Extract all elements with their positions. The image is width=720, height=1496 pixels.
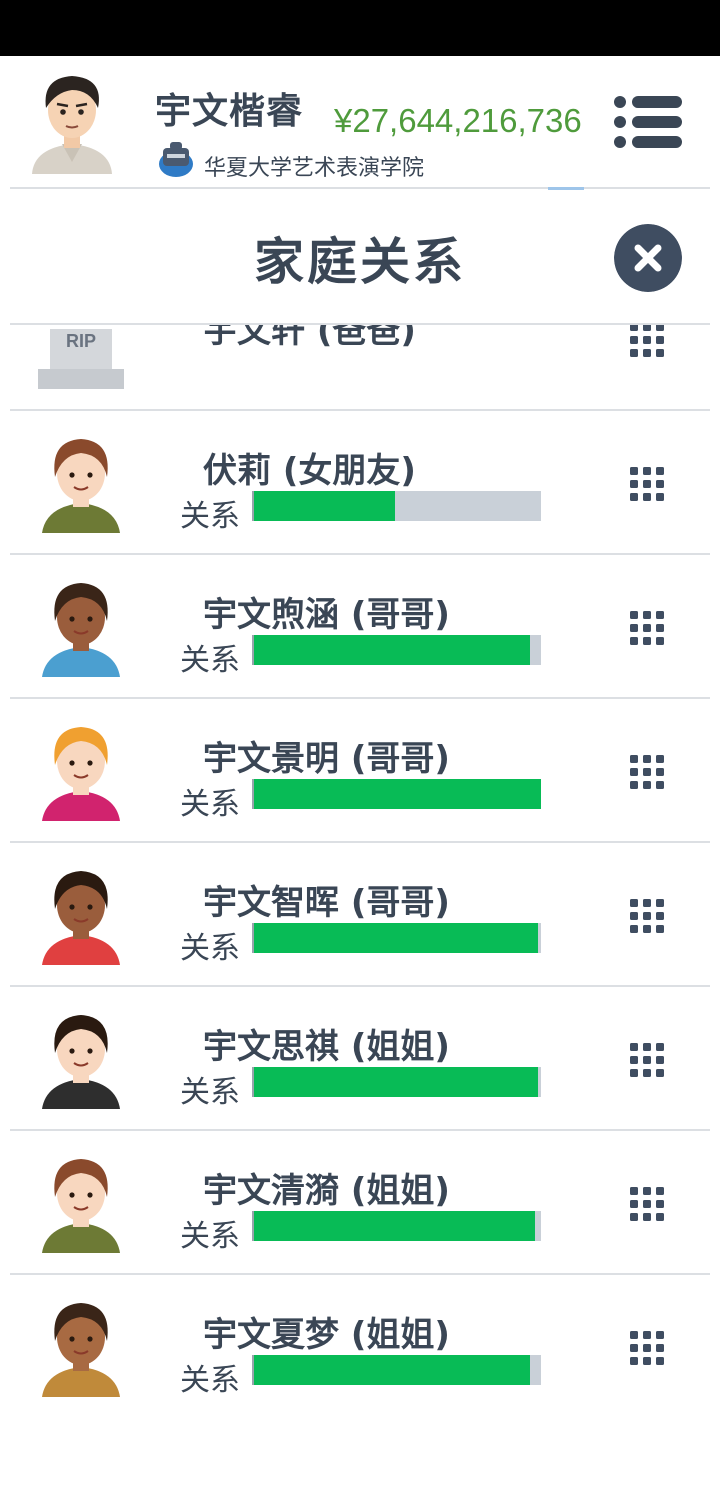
member-options-icon[interactable] — [630, 611, 664, 645]
relationship-bar — [252, 491, 541, 521]
relationship-fill — [254, 1355, 530, 1385]
close-button[interactable] — [614, 224, 682, 292]
member-options-icon[interactable] — [630, 1043, 664, 1077]
member-name: 宇文智晖 (哥哥) — [203, 883, 450, 923]
relationship-bar — [252, 1067, 541, 1097]
relationship-fill — [254, 1211, 536, 1241]
relationship-label: 关系 — [180, 499, 240, 534]
list-item-deceased[interactable]: RIP 宇文轩 (爸爸) — [10, 325, 710, 411]
menu-icon[interactable] — [612, 94, 684, 150]
member-options-icon[interactable] — [630, 1187, 664, 1221]
member-avatar — [42, 583, 120, 677]
list-item-member[interactable]: 宇文夏梦 (姐姐) 关系 — [10, 1275, 710, 1405]
relationship-bar — [252, 1355, 541, 1385]
relationship-bar — [252, 923, 541, 953]
member-name: 宇文轩 (爸爸) — [203, 325, 416, 351]
modal-title: 家庭关系 — [254, 233, 466, 291]
member-avatar — [42, 1015, 120, 1109]
money-balance: ¥27,644,216,736 — [334, 102, 582, 139]
list-item-member[interactable]: 宇文景明 (哥哥) 关系 — [10, 699, 710, 843]
member-name: 宇文清漪 (姐姐) — [203, 1171, 450, 1211]
relationship-label: 关系 — [180, 643, 240, 678]
relationship-bar — [252, 1211, 541, 1241]
member-name: 伏莉 (女朋友) — [203, 451, 416, 491]
player-avatar[interactable] — [26, 68, 118, 174]
member-options-icon[interactable] — [630, 467, 664, 501]
school-name: 华夏大学艺术表演学院 — [204, 156, 425, 181]
member-name: 宇文煦涵 (哥哥) — [203, 595, 450, 635]
relationship-label: 关系 — [180, 1219, 240, 1254]
relationship-bar — [252, 779, 541, 809]
member-options-icon[interactable] — [630, 325, 664, 357]
member-avatar — [42, 1159, 120, 1253]
scroll-indicator — [548, 187, 584, 190]
relationship-fill — [254, 779, 541, 809]
family-list: RIP 宇文轩 (爸爸) 伏莉 (女朋友) 关系 宇文煦涵 (哥哥) 关系 宇文… — [0, 325, 720, 1405]
member-avatar — [42, 1303, 120, 1397]
list-item-member[interactable]: 宇文煦涵 (哥哥) 关系 — [10, 555, 710, 699]
status-bar — [0, 0, 720, 56]
list-item-member[interactable]: 宇文思祺 (姐姐) 关系 — [10, 987, 710, 1131]
relationship-fill — [254, 491, 395, 521]
relationship-fill — [254, 923, 539, 953]
list-item-member[interactable]: 宇文清漪 (姐姐) 关系 — [10, 1131, 710, 1275]
member-avatar — [42, 439, 120, 533]
member-options-icon[interactable] — [630, 1331, 664, 1365]
member-options-icon[interactable] — [630, 899, 664, 933]
player-name: 宇文楷睿 — [155, 91, 304, 132]
list-item-member[interactable]: 伏莉 (女朋友) 关系 — [10, 411, 710, 555]
list-item-member[interactable]: 宇文智晖 (哥哥) 关系 — [10, 843, 710, 987]
relationship-bar — [252, 635, 541, 665]
relationship-label: 关系 — [180, 931, 240, 966]
member-avatar — [42, 727, 120, 821]
relationship-label: 关系 — [180, 1363, 240, 1398]
member-name: 宇文景明 (哥哥) — [203, 739, 450, 779]
header: 宇文楷睿 ¥27,644,216,736 华夏大学艺术表演学院 — [0, 56, 720, 188]
tombstone-icon: RIP — [38, 329, 124, 389]
relationship-label: 关系 — [180, 1075, 240, 1110]
header-divider — [10, 187, 710, 189]
rip-text: RIP — [66, 331, 96, 351]
member-options-icon[interactable] — [630, 755, 664, 789]
school-icon — [159, 142, 193, 177]
relationship-fill — [254, 1067, 539, 1097]
member-name: 宇文夏梦 (姐姐) — [203, 1315, 450, 1355]
member-name: 宇文思祺 (姐姐) — [203, 1027, 450, 1067]
relationship-label: 关系 — [180, 787, 240, 822]
relationship-fill — [254, 635, 530, 665]
member-avatar — [42, 871, 120, 965]
